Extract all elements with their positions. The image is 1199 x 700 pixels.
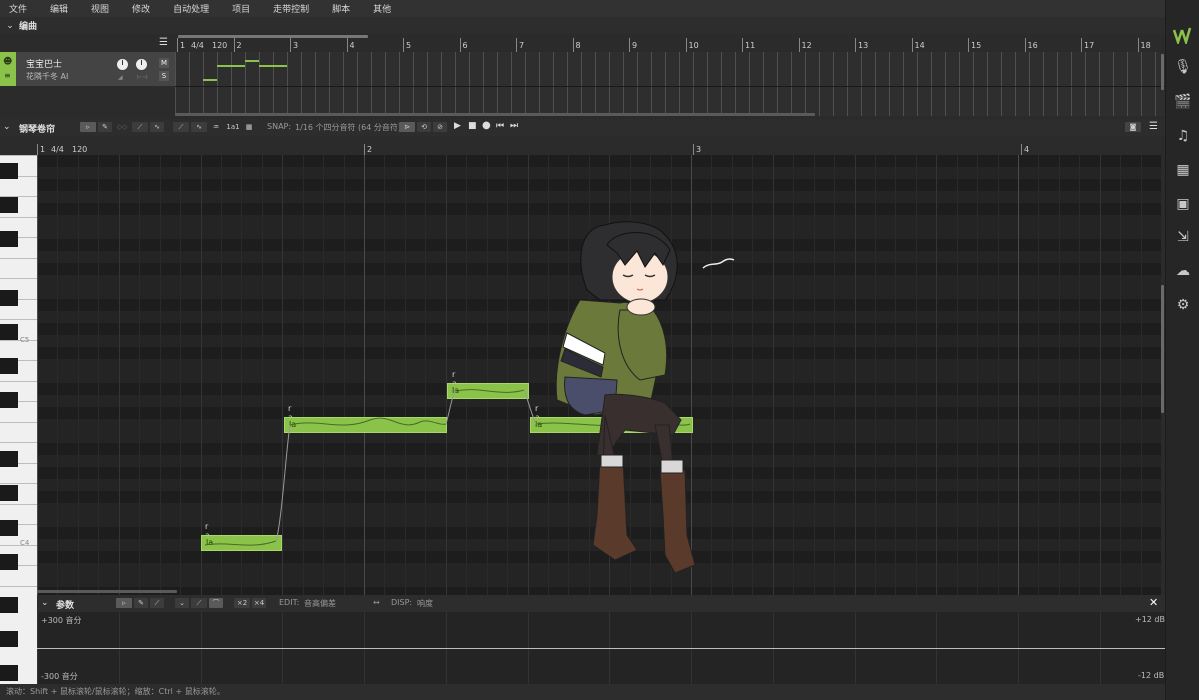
smooth-icon[interactable]: ⟋: [191, 598, 207, 608]
settings-icon[interactable]: ⚙: [1174, 296, 1192, 314]
character-illustration: [555, 221, 696, 574]
microphone-icon[interactable]: 🎙: [1174, 58, 1192, 76]
library-icon[interactable]: ▦: [1174, 161, 1192, 179]
pencil-tool-icon[interactable]: ✎: [134, 598, 148, 608]
book-icon[interactable]: ▣: [1174, 195, 1192, 213]
right-sidebar: 🎙 🎬 ♫ ▦ ▣ ⇲ ☁ ⚙: [1165, 0, 1199, 700]
export-icon[interactable]: ⇲: [1174, 228, 1192, 246]
select-tool-icon[interactable]: ▹: [116, 598, 132, 608]
parameters-header: ⌄ 参数 ▹ ✎ ⟋ ⌄ ⟋ ⌒ ×2 ×4 EDIT: 音高偏差 ↔ DISP…: [37, 595, 1165, 612]
edit-select[interactable]: 音高偏差: [304, 598, 336, 609]
multiply-4-button[interactable]: ×4: [252, 598, 266, 608]
status-bar: 滚动：Shift + 鼠标滚轮/鼠标滚轮；缩放：Ctrl + 鼠标滚轮。: [0, 684, 1165, 700]
vertical-scrollbar[interactable]: [1161, 285, 1164, 413]
parameters-title: 参数: [56, 601, 75, 611]
line-tool-icon[interactable]: ⟋: [150, 598, 164, 608]
db-bottom-label: -12 dB: [1138, 671, 1165, 680]
clapperboard-icon[interactable]: 🎬: [1174, 93, 1192, 111]
keys-continuation: [0, 595, 37, 684]
parameter-editor[interactable]: +300 音分 -300 音分 +12 dB -12 dB: [37, 612, 1165, 684]
db-top-label: +12 dB: [1135, 615, 1165, 624]
disp-select[interactable]: 响度: [417, 598, 433, 609]
disp-label: DISP:: [391, 598, 413, 607]
horizontal-scrollbar[interactable]: [37, 590, 177, 593]
music-note-icon[interactable]: ♫: [1174, 127, 1192, 145]
app-logo-icon: [1173, 27, 1192, 44]
range-bottom-label: -300 音分: [41, 672, 78, 681]
cloud-icon[interactable]: ☁: [1174, 262, 1192, 280]
edit-label: EDIT:: [279, 598, 300, 607]
close-icon[interactable]: ✕: [1149, 596, 1158, 609]
multiply-2-button[interactable]: ×2: [234, 598, 250, 608]
chevron-down-icon[interactable]: ⌄: [41, 598, 49, 608]
range-top-label: +300 音分: [41, 616, 82, 625]
lower-curve-icon[interactable]: ⌄: [175, 598, 189, 608]
swap-icon[interactable]: ↔: [373, 598, 380, 607]
arc-icon[interactable]: ⌒: [209, 598, 223, 608]
parameter-curve[interactable]: [37, 648, 1165, 649]
